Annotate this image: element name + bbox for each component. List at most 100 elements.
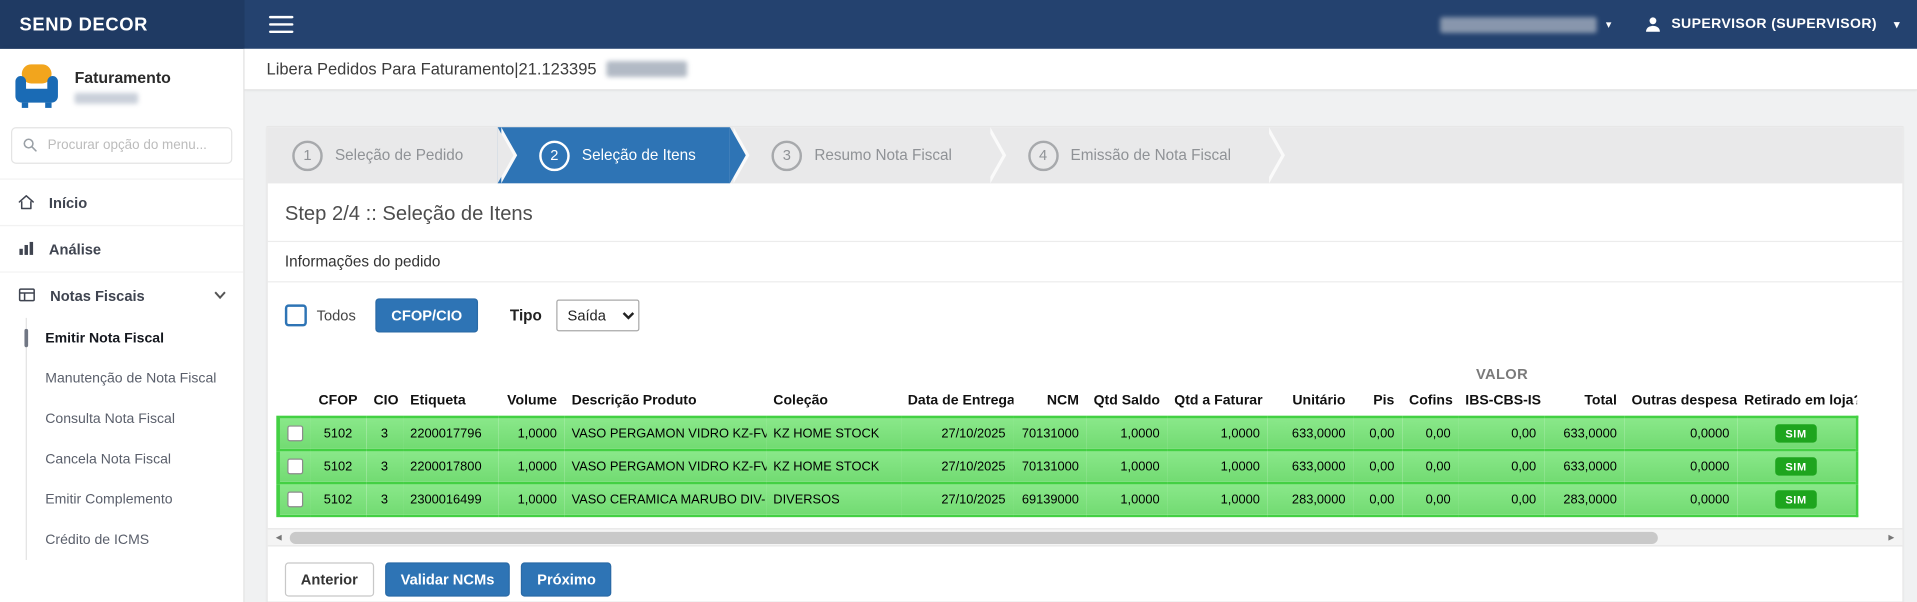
table-cell: 1,0000 (498, 450, 564, 483)
wizard-step-2[interactable]: 2 Seleção de Itens (498, 127, 730, 183)
table-cell: 0,00 (1458, 450, 1544, 483)
column-header: Descrição Produto (564, 386, 766, 417)
table-cell: 70131000 (1013, 450, 1086, 483)
table-cell: VASO PERGAMON VIDRO KZ-FVP149 (564, 417, 766, 450)
home-icon (17, 193, 35, 211)
table-cell: 5102 (310, 483, 366, 516)
table-cell: DIVERSOS (766, 483, 900, 516)
brand-text: SEND DECOR (20, 14, 148, 35)
wizard-step-1[interactable]: 1 Seleção de Pedido (268, 127, 498, 183)
retirado-em-loja-badge: SIM (1776, 457, 1817, 475)
scrollbar-thumb[interactable] (290, 532, 1658, 544)
sidebar-item-analise[interactable]: Análise (0, 225, 243, 271)
table-cell: 283,0000 (1544, 483, 1625, 516)
tipo-label: Tipo (510, 307, 542, 324)
table-cell: 0,00 (1458, 417, 1544, 450)
valor-group-header: VALOR (1267, 355, 1737, 387)
table-row: 5102322000178001,0000VASO PERGAMON VIDRO… (278, 450, 1856, 483)
row-checkbox[interactable] (287, 491, 303, 507)
column-header: Coleção (766, 386, 900, 417)
step-label: Emissão de Nota Fiscal (1071, 147, 1232, 164)
scroll-left-icon[interactable]: ◄ (268, 532, 290, 543)
content: 1 Seleção de Pedido 2 Seleção de Itens 3… (245, 90, 1917, 602)
sidebar-subitem-credito-icms[interactable]: Crédito de ICMS (27, 520, 243, 560)
table-cell: VASO CERAMICA MARUBO DIV- (564, 483, 766, 516)
table-cell: 27/10/2025 (900, 483, 1012, 516)
sidebar-item-label: Início (49, 194, 87, 211)
items-table-head: VALOR CFOPCIOEtiquetaVolumeDescrição Pro… (278, 355, 1856, 417)
row-checkbox[interactable] (287, 458, 303, 474)
topbar-main: ▾ SUPERVISOR (SUPERVISOR) ▾ (245, 0, 1917, 49)
table-cell: 5102 (310, 417, 366, 450)
table-cell: 0,00 (1353, 450, 1402, 483)
user-label: SUPERVISOR (SUPERVISOR) (1671, 17, 1877, 32)
tipo-select[interactable]: Saída (557, 300, 640, 332)
topbar-right: ▾ SUPERVISOR (SUPERVISOR) ▾ (1441, 15, 1900, 35)
section-title: Informações do pedido (268, 242, 1903, 282)
table-cell: SIM (1737, 450, 1857, 483)
table-cell: 0,00 (1353, 483, 1402, 516)
items-table-body: 5102322000177961,0000VASO PERGAMON VIDRO… (278, 417, 1856, 516)
row-select-cell (278, 417, 310, 450)
table-cell: 1,0000 (1086, 417, 1167, 450)
step-heading: Step 2/4 :: Seleção de Itens (268, 183, 1903, 242)
wizard-step-4[interactable]: 4 Emissão de Nota Fiscal (986, 127, 1265, 183)
redacted-page-title-suffix (606, 61, 687, 77)
proximo-button[interactable]: Próximo (521, 562, 611, 596)
group-spacer (1737, 355, 1857, 387)
group-spacer (278, 355, 1267, 387)
step-number: 1 (292, 140, 323, 171)
cfop-cio-button[interactable]: CFOP/CIO (375, 298, 478, 332)
notas-fiscais-submenu: Emitir Nota Fiscal Manutenção de Nota Fi… (26, 318, 244, 560)
table-cell: 1,0000 (1167, 483, 1267, 516)
page-title: Libera Pedidos Para Faturamento|21.12339… (267, 60, 597, 78)
select-all-checkbox[interactable] (285, 304, 307, 326)
redacted-company-name (1441, 17, 1597, 33)
validar-ncms-button[interactable]: Validar NCMs (385, 562, 511, 596)
retirado-em-loja-badge: SIM (1776, 490, 1817, 508)
sidebar-subitem-manutencao-nota-fiscal[interactable]: Manutenção de Nota Fiscal (27, 358, 243, 398)
user-menu[interactable]: SUPERVISOR (SUPERVISOR) ▾ (1643, 15, 1900, 35)
company-selector[interactable]: ▾ (1441, 17, 1612, 33)
sidebar-item-notas-fiscais[interactable]: Notas Fiscais (0, 271, 243, 317)
sidebar-subitem-emitir-nota-fiscal[interactable]: Emitir Nota Fiscal (27, 318, 243, 358)
sidebar-subitem-cancela-nota-fiscal[interactable]: Cancela Nota Fiscal (27, 439, 243, 479)
table-cell: 69139000 (1013, 483, 1086, 516)
user-icon (1643, 15, 1663, 35)
chart-icon (17, 240, 35, 258)
search-icon (22, 137, 38, 153)
sidebar-subitem-emitir-complemento[interactable]: Emitir Complemento (27, 479, 243, 519)
chevron-down-icon: ▾ (1894, 19, 1900, 30)
table-cell: 2300016499 (403, 483, 498, 516)
step-label: Seleção de Itens (582, 147, 696, 164)
row-checkbox[interactable] (287, 425, 303, 441)
row-select-cell (278, 450, 310, 483)
subitem-label: Cancela Nota Fiscal (45, 452, 171, 467)
sidebar-item-inicio[interactable]: Início (0, 178, 243, 224)
retirado-em-loja-badge: SIM (1776, 424, 1817, 442)
menu-search (11, 127, 232, 164)
sidebar-brand-texts: Faturamento (75, 68, 171, 103)
column-header: Total (1544, 386, 1625, 417)
brand-logo[interactable]: SEND DECOR (0, 0, 245, 49)
select-all-label: Todos (317, 307, 356, 324)
sidebar-item-label: Análise (49, 240, 101, 257)
subitem-label: Manutenção de Nota Fiscal (45, 371, 216, 386)
scrollbar-track[interactable] (290, 529, 1881, 545)
anterior-button[interactable]: Anterior (285, 562, 374, 596)
wizard-step-3[interactable]: 3 Resumo Nota Fiscal (730, 127, 986, 183)
controls-row: Todos CFOP/CIO Tipo Saída (268, 282, 1903, 344)
sidebar-subitem-consulta-nota-fiscal[interactable]: Consulta Nota Fiscal (27, 399, 243, 439)
app-root: SEND DECOR ▾ SUPERVISOR (SUPERVISOR) ▾ (0, 0, 1917, 602)
subitem-label: Consulta Nota Fiscal (45, 411, 175, 426)
body-row: Faturamento Início (0, 49, 1917, 602)
items-table: VALOR CFOPCIOEtiquetaVolumeDescrição Pro… (276, 355, 1857, 518)
page-header: Libera Pedidos Para Faturamento|21.12339… (245, 49, 1917, 91)
column-header: Unitário (1267, 386, 1353, 417)
table-cell: 0,0000 (1624, 450, 1737, 483)
table-cell: KZ HOME STOCK (766, 450, 900, 483)
search-input[interactable] (11, 127, 232, 164)
hamburger-menu-icon[interactable] (267, 6, 296, 42)
table-cell: 633,0000 (1267, 417, 1353, 450)
scroll-right-icon[interactable]: ► (1880, 532, 1902, 543)
